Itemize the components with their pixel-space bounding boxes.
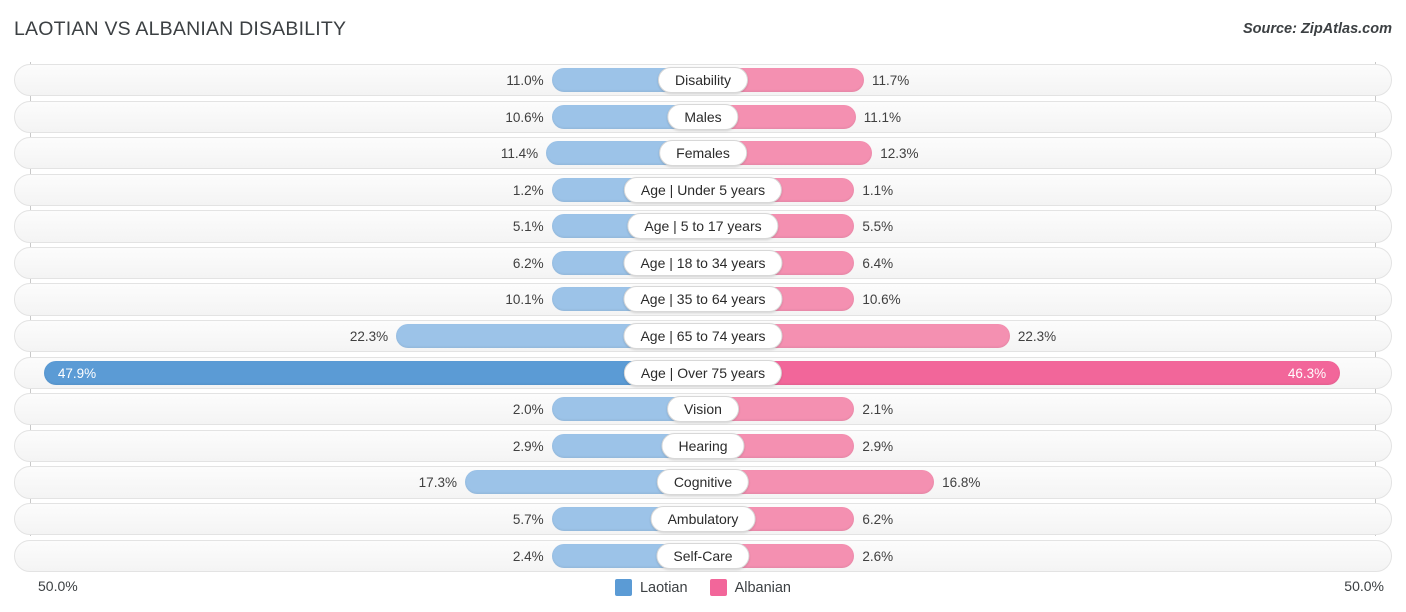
chart-footer: 50.0% 50.0% Laotian Albanian <box>0 572 1406 612</box>
legend-item[interactable]: Albanian <box>709 579 791 596</box>
table-row[interactable]: 2.9% 2.9% Hearing <box>14 429 1392 462</box>
table-row[interactable]: 10.6% 11.1% Males <box>14 100 1392 133</box>
bar-albanian <box>703 360 1341 385</box>
category-label: Age | 65 to 74 years <box>623 323 783 350</box>
category-label: Age | 18 to 34 years <box>623 249 783 276</box>
chart-header: LAOTIAN VS ALBANIAN DISABILITY Source: Z… <box>0 0 1406 56</box>
category-label: Age | 5 to 17 years <box>627 213 779 240</box>
chart-plot-area: 11.0% 11.7% Disability 10.6% 11.1% Males 11.4%… <box>0 62 1406 572</box>
value-label-laotian: 5.7% <box>512 511 544 527</box>
category-label: Age | Under 5 years <box>623 176 783 203</box>
value-label-laotian: 2.0% <box>512 402 544 418</box>
value-label-laotian: 11.4% <box>500 146 539 162</box>
category-label: Disability <box>657 67 749 93</box>
category-label: Females <box>659 140 747 167</box>
value-label-albanian: 16.8% <box>942 475 981 491</box>
value-label-albanian: 11.7% <box>871 73 910 88</box>
value-label-albanian: 12.3% <box>880 146 919 162</box>
table-row[interactable]: 17.3% 16.8% Cognitive <box>14 466 1392 499</box>
category-label: Vision <box>667 396 739 423</box>
category-label: Ambulatory <box>650 505 756 532</box>
bar-rows-container: 11.0% 11.7% Disability 10.6% 11.1% Males 11.4%… <box>14 64 1392 576</box>
value-label-albanian: 46.3% <box>1287 365 1327 381</box>
value-label-albanian: 10.6% <box>862 292 901 308</box>
value-label-albanian: 1.1% <box>862 182 894 198</box>
value-label-albanian: 2.6% <box>862 548 894 564</box>
chart-legend: Laotian Albanian <box>0 579 1406 596</box>
value-label-laotian: 10.6% <box>505 109 544 125</box>
table-row[interactable]: 22.3% 22.3% Age | 65 to 74 years <box>14 320 1392 353</box>
category-label: Age | Over 75 years <box>623 359 783 386</box>
value-label-albanian: 6.4% <box>862 255 894 271</box>
legend-item[interactable]: Laotian <box>614 579 688 596</box>
value-label-laotian: 11.0% <box>506 73 544 88</box>
value-label-laotian: 17.3% <box>418 475 457 491</box>
page-title: LAOTIAN VS ALBANIAN DISABILITY <box>14 18 347 40</box>
table-row[interactable]: 10.1% 10.6% Age | 35 to 64 years <box>14 283 1392 316</box>
value-label-laotian: 2.9% <box>512 438 544 454</box>
bar-laotian <box>43 360 703 385</box>
value-label-laotian: 5.1% <box>512 219 544 235</box>
legend-swatch-icon <box>614 579 632 596</box>
source-attribution: Source: ZipAtlas.com <box>1242 21 1392 37</box>
legend-label: Albanian <box>734 579 791 596</box>
chart-page: LAOTIAN VS ALBANIAN DISABILITY Source: Z… <box>0 0 1406 612</box>
table-row[interactable]: 2.4% 2.6% Self-Care <box>14 539 1392 572</box>
table-row[interactable]: 5.7% 6.2% Ambulatory <box>14 502 1392 536</box>
table-row[interactable]: 6.2% 6.4% Age | 18 to 34 years <box>14 246 1392 280</box>
table-row[interactable]: 1.2% 1.1% Age | Under 5 years <box>14 173 1392 206</box>
value-label-albanian: 22.3% <box>1017 329 1057 345</box>
value-label-laotian: 6.2% <box>512 255 544 271</box>
category-label: Males <box>667 103 739 130</box>
legend-swatch-icon <box>709 579 727 596</box>
table-row[interactable]: 47.9% 46.3% Age | Over 75 years <box>14 356 1392 389</box>
value-label-laotian: 47.9% <box>57 365 97 381</box>
value-label-laotian: 2.4% <box>512 548 544 564</box>
legend-label: Laotian <box>639 579 688 596</box>
table-row[interactable]: 11.0% 11.7% Disability <box>14 64 1392 97</box>
value-label-albanian: 2.1% <box>862 402 894 418</box>
value-label-laotian: 1.2% <box>512 182 544 198</box>
category-label: Hearing <box>661 432 745 459</box>
value-label-laotian: 10.1% <box>505 292 544 308</box>
value-label-albanian: 2.9% <box>862 438 894 454</box>
value-label-albanian: 11.1% <box>863 109 902 125</box>
table-row[interactable]: 5.1% 5.5% Age | 5 to 17 years <box>14 210 1392 243</box>
value-label-albanian: 5.5% <box>862 219 894 235</box>
value-label-albanian: 6.2% <box>862 511 894 527</box>
category-label: Self-Care <box>656 542 750 569</box>
table-row[interactable]: 11.4% 12.3% Females <box>14 137 1392 170</box>
value-label-laotian: 22.3% <box>349 329 389 345</box>
table-row[interactable]: 2.0% 2.1% Vision <box>14 393 1392 426</box>
category-label: Age | 35 to 64 years <box>623 286 783 313</box>
category-label: Cognitive <box>656 469 750 496</box>
